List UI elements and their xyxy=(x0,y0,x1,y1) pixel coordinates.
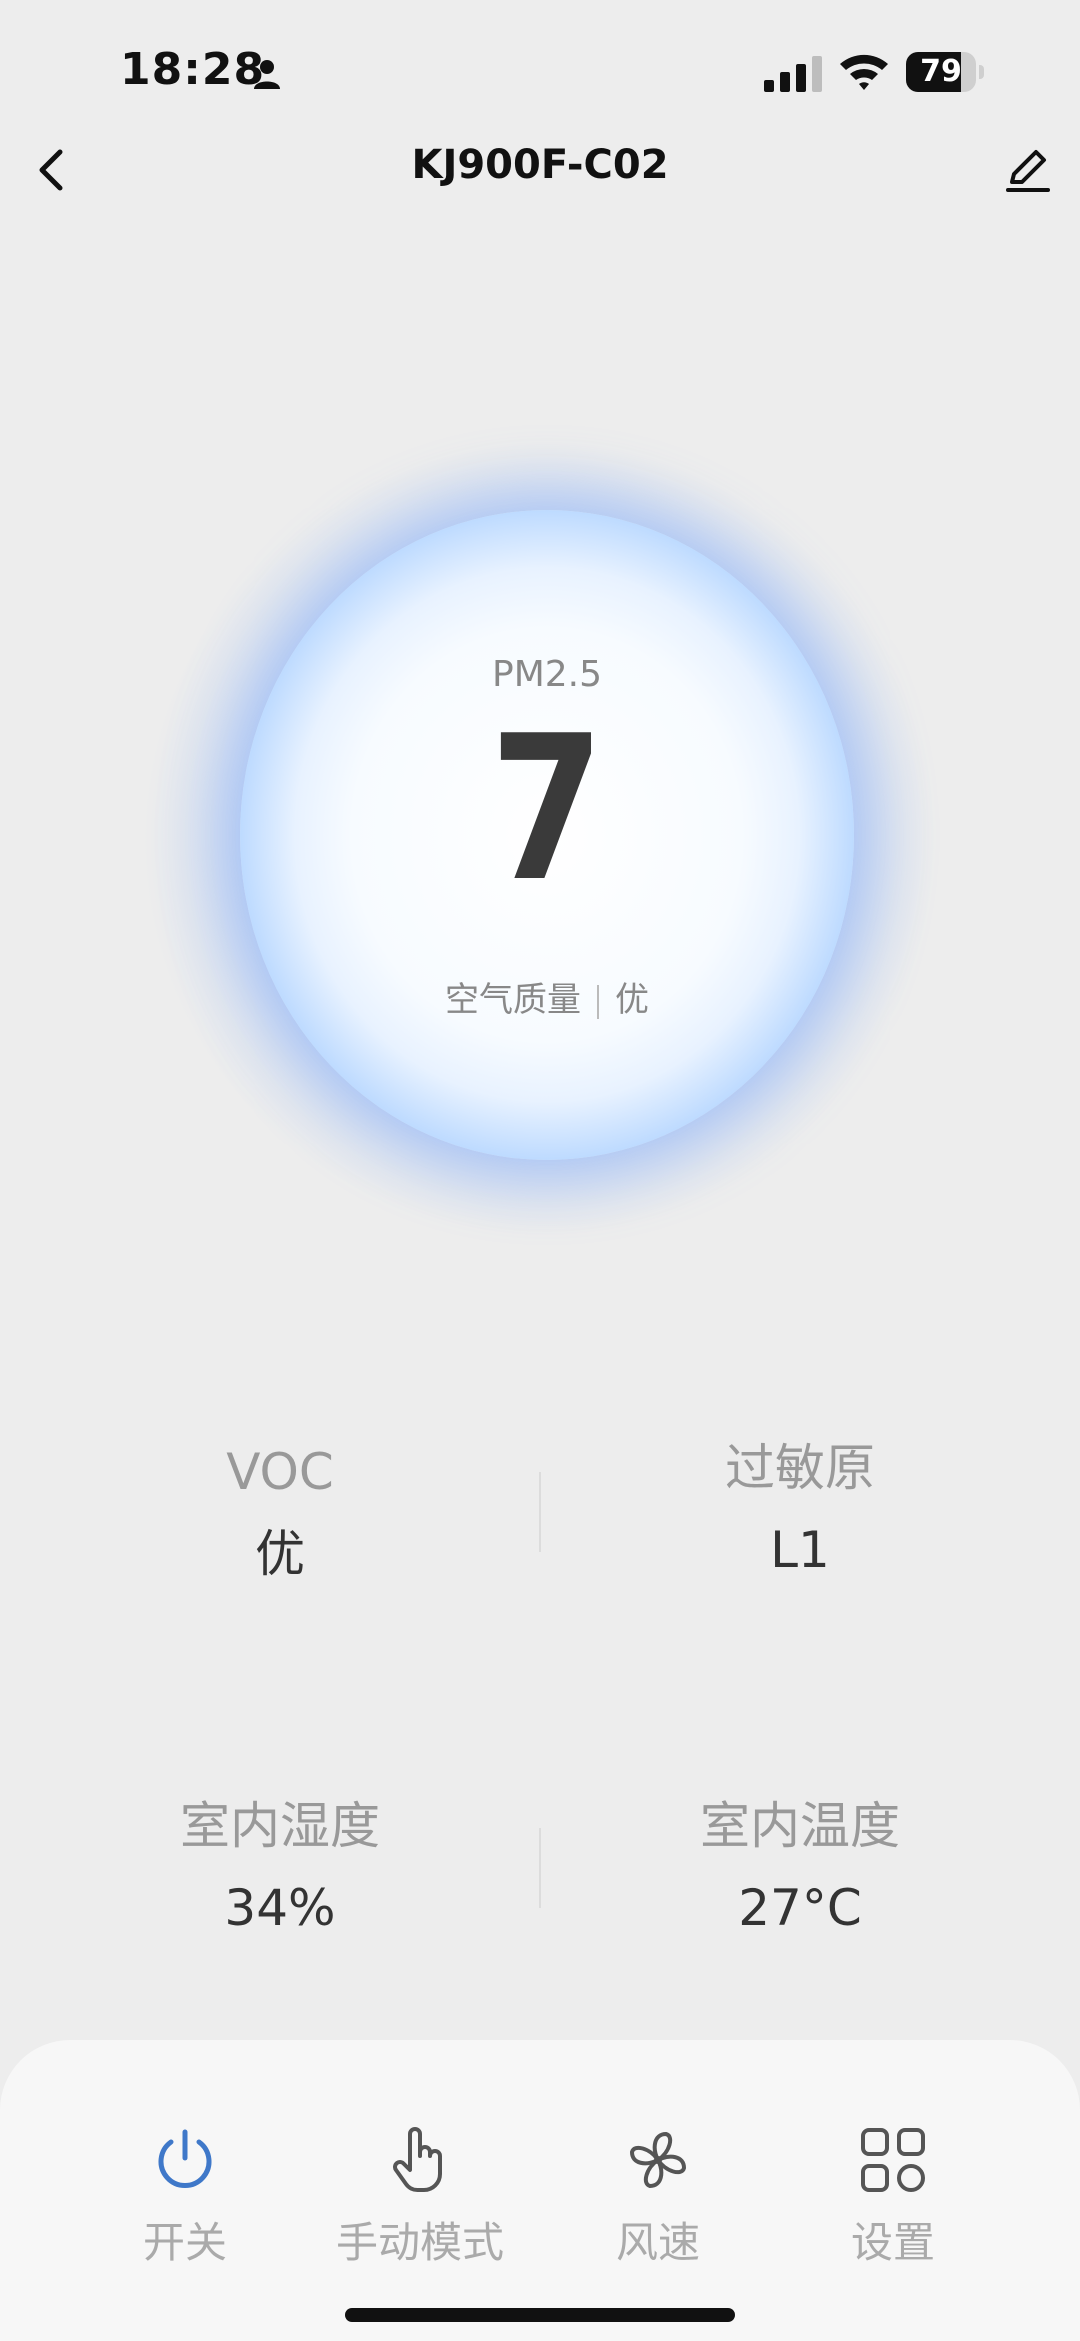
air-quality-label: 空气质量 xyxy=(445,980,581,1020)
humidity-value: 34% xyxy=(224,1879,336,1937)
power-icon xyxy=(158,2129,212,2188)
grid-settings-icon xyxy=(861,2128,925,2192)
pm25-label: PM2.5 xyxy=(491,654,603,695)
allergen-value: L1 xyxy=(770,1521,830,1579)
settings-label: 设置 xyxy=(850,2218,935,2267)
status-time: 18:28 xyxy=(120,44,266,95)
wifi-icon xyxy=(840,54,888,90)
edit-icon[interactable] xyxy=(998,140,1058,200)
temperature-value: 27°C xyxy=(738,1879,862,1937)
page-title: KJ900F-C02 xyxy=(411,142,669,188)
pm25-value: 7 xyxy=(489,693,605,926)
stat-temperature: 室内温度 27°C xyxy=(530,1796,1070,1938)
bottom-action-panel: 开关 手动模式 风速 设置 xyxy=(0,2040,1080,2341)
fan-speed-button[interactable]: 风速 xyxy=(538,2122,778,2268)
stat-allergen: 过敏原 L1 xyxy=(530,1438,1070,1580)
air-quality-text: 空气质量优 xyxy=(240,972,854,1021)
humidity-label: 室内湿度 xyxy=(180,1797,380,1855)
allergen-label: 过敏原 xyxy=(725,1439,875,1497)
power-button[interactable]: 开关 xyxy=(65,2122,305,2268)
voc-value: 优 xyxy=(255,1525,305,1583)
voc-label: VOC xyxy=(226,1443,334,1501)
manual-mode-button[interactable]: 手动模式 xyxy=(300,2122,540,2268)
air-quality-divider xyxy=(597,984,599,1019)
air-quality-value: 优 xyxy=(615,980,649,1020)
person-icon xyxy=(254,60,280,89)
temperature-label: 室内温度 xyxy=(700,1797,900,1855)
battery-percent: 79 xyxy=(920,54,962,89)
fan-speed-label: 风速 xyxy=(615,2218,700,2267)
settings-button[interactable]: 设置 xyxy=(773,2122,1013,2268)
power-label: 开关 xyxy=(142,2218,227,2267)
home-indicator[interactable] xyxy=(345,2308,735,2322)
fan-icon xyxy=(630,2132,686,2188)
stat-voc: VOC 优 xyxy=(10,1442,550,1584)
battery-indicator: 79 xyxy=(906,52,984,92)
stat-humidity: 室内湿度 34% xyxy=(10,1796,550,1938)
hand-pointer-icon xyxy=(393,2127,442,2192)
nav-bar: KJ900F-C02 xyxy=(0,120,1080,220)
pm25-orb: PM2.5 7 空气质量优 xyxy=(240,510,854,1160)
signal-icon xyxy=(764,56,822,92)
manual-mode-label: 手动模式 xyxy=(335,2218,504,2267)
